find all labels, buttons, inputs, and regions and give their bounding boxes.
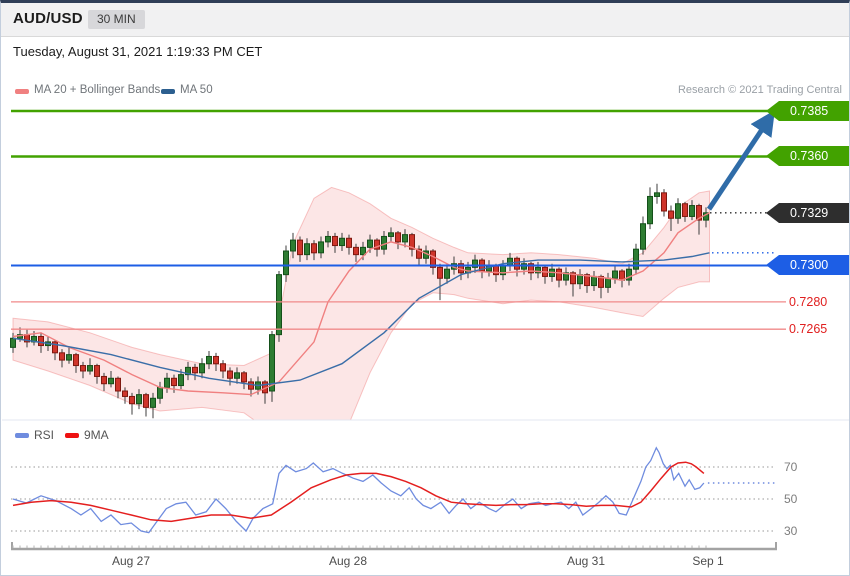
ma50-legend-label: MA 50 — [180, 84, 213, 96]
rsi-legend: RSI 9MA — [1, 428, 301, 442]
chart-timestamp: Tuesday, August 31, 2021 1:19:33 PM CET — [13, 44, 263, 59]
chart-window: AUD/USD 30 MIN Tuesday, August 31, 2021 … — [0, 0, 850, 576]
rsi-ma-legend-label: 9MA — [84, 428, 109, 442]
pivot-price-tag: 0.7300 — [766, 255, 849, 275]
ma20-legend-label: MA 20 + Bollinger Bands — [34, 84, 161, 96]
x-axis-label: Sep 1 — [692, 554, 724, 568]
rsi-tick-70: 70 — [784, 460, 798, 474]
rsi-ma-legend-swatch-icon — [65, 433, 79, 438]
x-axis-label: Aug 28 — [328, 554, 368, 568]
main-legend: MA 20 + Bollinger Bands MA 50 Research ©… — [1, 84, 849, 98]
last-price-tag: 0.7329 — [766, 203, 849, 223]
support1-price-label: 0.7280 — [789, 295, 828, 309]
symbol-title: AUD/USD — [13, 10, 83, 27]
rsi-tick-50: 50 — [784, 492, 798, 506]
rsi-tick-30: 30 — [784, 524, 798, 538]
ma50-legend-swatch-icon — [161, 89, 175, 94]
resistance2-price-tag: 0.7385 — [766, 101, 849, 121]
rsi-legend-label: RSI — [34, 428, 55, 442]
resistance1-price-tag: 0.7360 — [766, 146, 849, 166]
bullish-arrow — [706, 110, 775, 211]
title-bar: AUD/USD 30 MIN — [1, 3, 849, 37]
x-axis-label: Aug 31 — [566, 554, 606, 568]
support2-price-label: 0.7265 — [789, 322, 828, 336]
x-axis-label: Aug 27 — [111, 554, 151, 568]
research-credit: Research © 2021 Trading Central — [677, 84, 842, 96]
ma20-legend-swatch-icon — [15, 89, 29, 94]
timeframe-badge[interactable]: 30 MIN — [88, 10, 145, 29]
rsi-legend-swatch-icon — [15, 433, 29, 438]
